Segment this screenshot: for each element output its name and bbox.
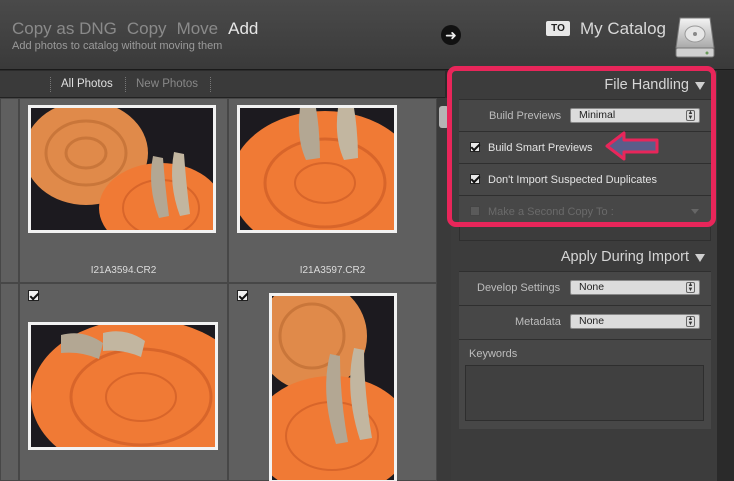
mode-description: Add photos to catalog without moving the…	[12, 40, 223, 52]
toolbar-separator	[50, 77, 51, 92]
develop-settings-row: Develop Settings None ▲ ▼	[459, 271, 711, 305]
mode-add[interactable]: Add	[228, 19, 258, 38]
arrow-right-icon: ➜	[441, 25, 461, 45]
tab-new-photos[interactable]: New Photos	[136, 78, 198, 90]
photo-thumbnail[interactable]	[237, 105, 397, 233]
mode-copy[interactable]: Copy	[127, 19, 167, 38]
develop-settings-label: Develop Settings	[477, 282, 561, 294]
grid-cell[interactable]: I21A3594.CR2	[19, 98, 228, 283]
grid-cell-partial	[0, 283, 19, 481]
mode-copy-as-dng[interactable]: Copy as DNG	[12, 19, 117, 38]
photo-filename: I21A3594.CR2	[90, 265, 157, 276]
updown-arrows-icon: ▲ ▼	[686, 316, 695, 327]
toolbar-separator	[210, 77, 211, 92]
collapse-triangle-icon[interactable]	[695, 254, 705, 262]
photo-filename: I21A3597.CR2	[299, 265, 366, 276]
shoes-on-wood-photo	[31, 325, 215, 447]
shoes-on-wood-photo	[240, 108, 394, 230]
to-badge: TO	[546, 21, 570, 36]
grid-cell[interactable]	[228, 283, 437, 481]
import-top-bar: Copy as DNG Copy Move Add Add photos to cat…	[0, 0, 734, 70]
catalog-name[interactable]: My Catalog	[580, 19, 666, 39]
grid-cell[interactable]	[19, 283, 228, 481]
develop-settings-select[interactable]: None ▲ ▼	[570, 280, 700, 295]
import-mode-tabs: Copy as DNG Copy Move Add	[12, 19, 268, 39]
keywords-input[interactable]	[465, 365, 704, 421]
panel-scrollbar[interactable]	[717, 71, 734, 481]
metadata-label: Metadata	[515, 316, 561, 328]
hard-drive-icon[interactable]	[674, 14, 716, 60]
tab-all-photos[interactable]: All Photos	[61, 78, 113, 90]
include-checkbox[interactable]	[237, 290, 248, 301]
apply-during-import-title: Apply During Import	[560, 249, 689, 265]
shoes-on-wood-photo	[31, 108, 213, 230]
highlight-box	[447, 66, 716, 227]
photo-grid: I21A3594.CR2 I21A3597.CR2	[0, 98, 445, 481]
toolbar-separator	[125, 77, 126, 92]
apply-during-import-header[interactable]: Apply During Import	[451, 243, 717, 271]
include-checkbox[interactable]	[28, 290, 39, 301]
metadata-value: None	[579, 315, 605, 327]
grid-cell-partial	[0, 98, 19, 283]
shoes-on-wood-photo	[272, 296, 394, 480]
photo-thumbnail[interactable]	[28, 322, 218, 450]
keywords-label: Keywords	[469, 348, 518, 360]
metadata-row: Metadata None ▲ ▼	[459, 305, 711, 339]
photo-thumbnail[interactable]	[269, 293, 397, 481]
pointer-arrow-icon	[605, 131, 659, 161]
panel-edge	[459, 227, 711, 241]
develop-settings-value: None	[579, 281, 605, 293]
metadata-select[interactable]: None ▲ ▼	[570, 314, 700, 329]
grid-cell[interactable]: I21A3597.CR2	[228, 98, 437, 283]
grid-toolbar: All Photos New Photos	[0, 71, 445, 98]
photo-thumbnail[interactable]	[28, 105, 216, 233]
updown-arrows-icon: ▲ ▼	[686, 282, 695, 293]
mode-move[interactable]: Move	[177, 19, 219, 38]
